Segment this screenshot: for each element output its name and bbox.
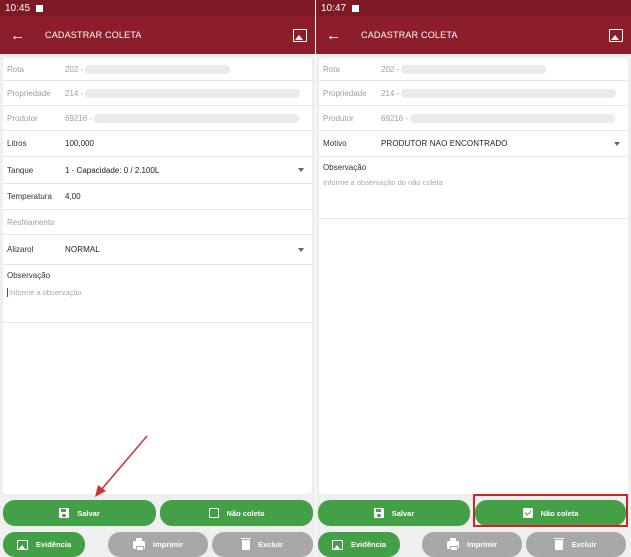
annotation-arrow-line [100,435,148,491]
annotation-arrow [95,435,148,497]
